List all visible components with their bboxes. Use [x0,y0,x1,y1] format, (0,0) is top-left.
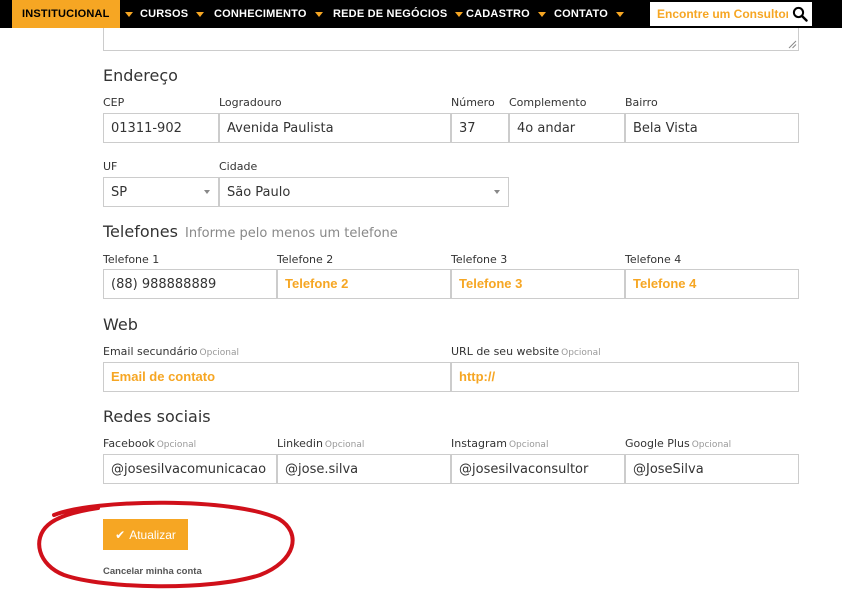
numero-field[interactable] [451,113,509,143]
nav-contato-label: CONTATO [554,8,608,20]
optional-tag: Opcional [199,348,240,358]
nav-cadastro[interactable]: CADASTRO [466,0,546,28]
nav-cursos[interactable]: CURSOS [140,0,205,28]
bairro-field[interactable] [625,113,799,143]
description-textarea[interactable] [103,28,799,51]
facebook-label-text: Facebook [103,437,155,450]
update-button-label: Atualizar [129,527,176,542]
resize-grip-icon[interactable] [788,40,797,49]
nav-conhecimento-label: CONHECIMENTO [214,8,307,20]
logradouro-label: Logradouro [219,96,282,109]
facebook-label: Facebook Opcional [103,437,196,450]
telefone-4-field[interactable] [625,269,799,299]
instagram-label-text: Instagram [451,437,507,450]
nav-conhecimento[interactable]: CONHECIMENTO [214,0,323,28]
consultant-search [650,2,812,26]
telefone-2-label: Telefone 2 [277,253,334,266]
social-section-title: Redes sociais [103,407,211,426]
top-navbar: INSTITUCIONAL CURSOS CONHECIMENTO REDE D… [0,0,842,28]
nav-rede-de-negocios[interactable]: REDE DE NEGÓCIOS [333,0,464,28]
address-section-title: Endereço [103,66,178,85]
facebook-field[interactable] [103,454,277,484]
telefone-2-field[interactable] [277,269,451,299]
complemento-field[interactable] [509,113,625,143]
phones-hint: Informe pelo menos um telefone [185,226,398,241]
optional-tag: Opcional [324,440,365,450]
complemento-label: Complemento [509,96,587,109]
update-button[interactable]: ✔ Atualizar [103,519,188,550]
search-input[interactable] [650,3,788,25]
google-plus-label: Google Plus Opcional [625,437,731,450]
nav-institucional[interactable]: INSTITUCIONAL [12,0,138,28]
chevron-down-icon [537,11,546,17]
telefone-3-field[interactable] [451,269,625,299]
uf-label: UF [103,160,118,173]
optional-tag: Opcional [508,440,549,450]
cep-field[interactable] [103,113,219,143]
telefone-3-label: Telefone 3 [451,253,508,266]
cidade-label: Cidade [219,160,258,173]
check-icon: ✔ [115,527,126,542]
instagram-label: Instagram Opcional [451,437,548,450]
bairro-label: Bairro [625,96,658,109]
linkedin-label: Linkedin Opcional [277,437,364,450]
website-url-label: URL de seu website Opcional [451,345,601,358]
uf-selected-value: SP [111,184,128,200]
cep-label: CEP [103,96,125,109]
linkedin-field[interactable] [277,454,451,484]
website-url-field[interactable] [451,362,799,392]
optional-tag: Opcional [691,440,732,450]
optional-tag: Opcional [561,348,601,358]
linkedin-label-text: Linkedin [277,437,323,450]
telefone-4-label: Telefone 4 [625,253,682,266]
chevron-down-icon [196,11,205,17]
email-secundario-field[interactable] [103,362,451,392]
instagram-field[interactable] [451,454,625,484]
dropdown-arrow-icon [204,190,210,194]
uf-select[interactable]: SP [103,177,219,207]
website-url-label-text: URL de seu website [451,345,560,358]
nav-institucional-label: INSTITUCIONAL [22,8,110,20]
web-section-title: Web [103,315,138,334]
nav-cursos-label: CURSOS [140,8,189,20]
chevron-down-icon [455,11,464,17]
google-plus-label-text: Google Plus [625,437,690,450]
nav-contato[interactable]: CONTATO [554,0,624,28]
phones-title-text: Telefones [103,222,178,241]
chevron-down-icon [314,11,323,17]
chevron-down-icon [615,11,624,17]
nav-cadastro-label: CADASTRO [466,8,530,20]
numero-label: Número [451,96,495,109]
cancel-account-link[interactable]: Cancelar minha conta [103,566,202,577]
chevron-down-icon [124,11,133,17]
nav-rede-label: REDE DE NEGÓCIOS [333,8,448,20]
cidade-selected-value: São Paulo [227,184,291,200]
telefone-1-field[interactable] [103,269,277,299]
nav-institucional-dropdown[interactable] [119,0,138,28]
google-plus-field[interactable] [625,454,799,484]
search-icon[interactable] [792,6,808,22]
email-secundario-label-text: Email secundário [103,345,198,358]
optional-tag: Opcional [156,440,197,450]
cidade-select[interactable]: São Paulo [219,177,509,207]
telefone-1-label: Telefone 1 [103,253,160,266]
dropdown-arrow-icon [494,190,500,194]
phones-section-title: Telefones Informe pelo menos um telefone [103,222,398,241]
email-secundario-label: Email secundário Opcional [103,345,239,358]
logradouro-field[interactable] [219,113,451,143]
